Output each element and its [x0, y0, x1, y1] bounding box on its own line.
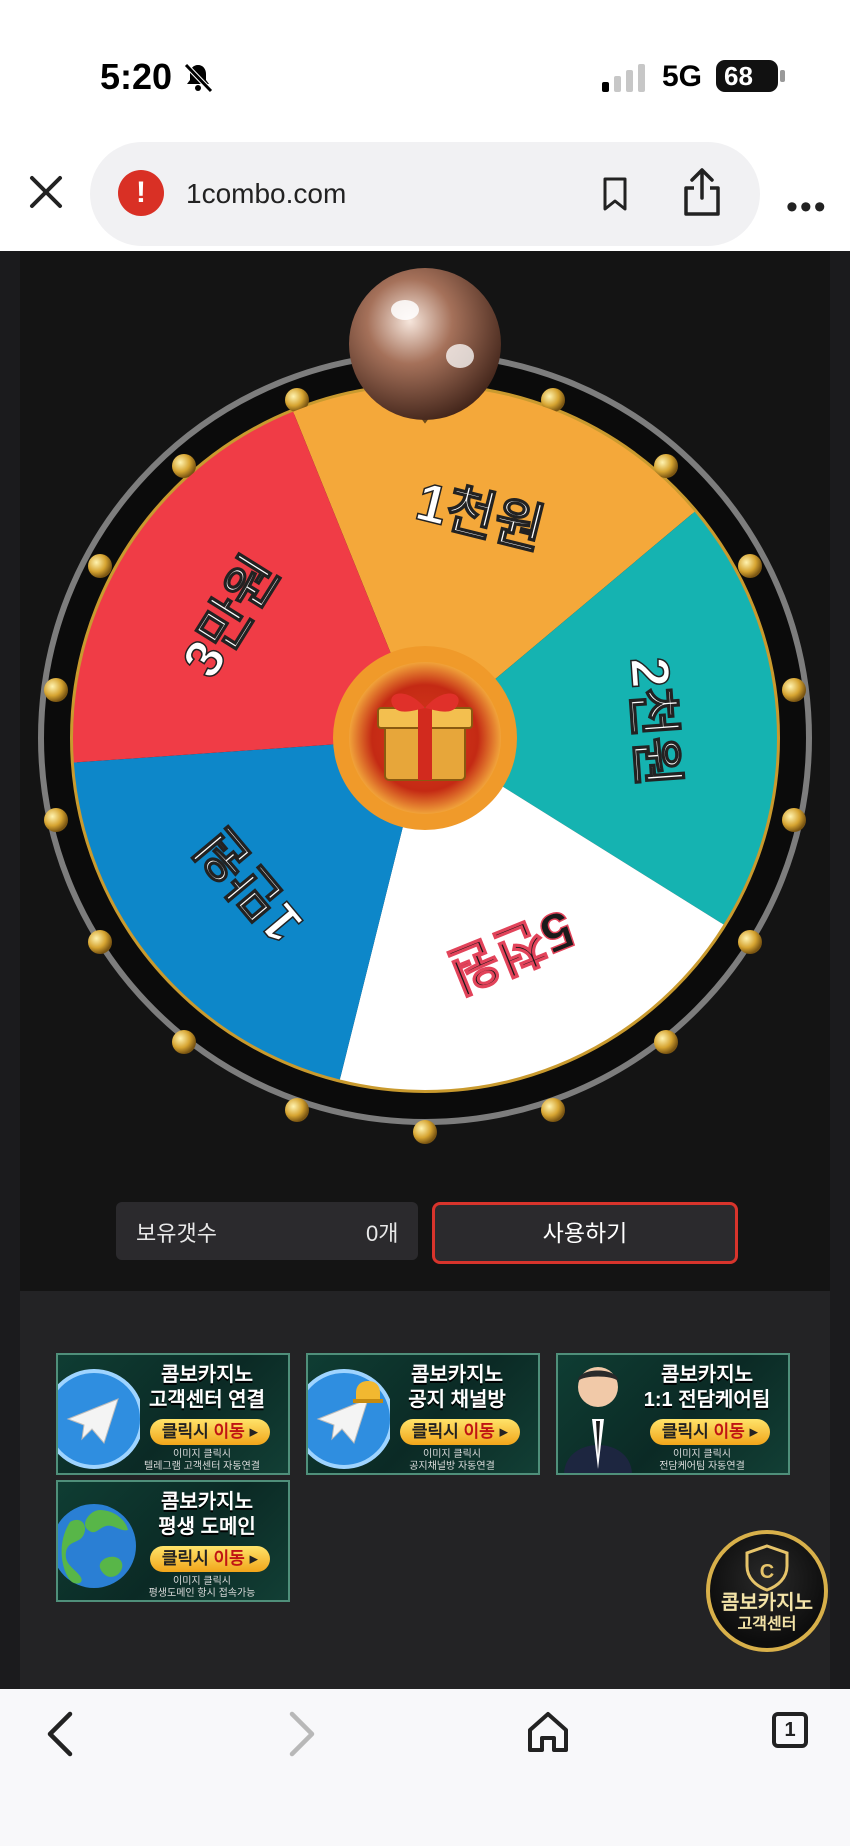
banner-title-line1: 콤보카지노	[161, 1491, 253, 1513]
battery-cap	[780, 70, 785, 82]
knob-shine	[391, 300, 419, 320]
banner-title-line2: 1:1 전담케어팀	[643, 1389, 771, 1411]
url-text[interactable]: 1combo.com	[186, 178, 346, 210]
banner-button-move: 이동	[463, 1422, 495, 1441]
banner-subtext: 이미지 클릭시 전담케어팀 자동연결	[622, 1449, 782, 1473]
banner-subtext-line1: 이미지 클릭시	[173, 1449, 231, 1460]
banner-button-move: 이동	[213, 1422, 245, 1441]
banner-title: 콤보카지노 1:1 전담케어팀	[632, 1363, 782, 1413]
forward-icon[interactable]	[282, 1706, 322, 1762]
banner-card[interactable]: 콤보카지노평생 도메인클릭시 이동 ▸ 이미지 클릭시 평생도메인 항시 접속가능	[56, 1480, 290, 1602]
banner-card[interactable]: 콤보카지노고객센터 연결클릭시 이동 ▸ 이미지 클릭시 텔레그램 고객센터 자동연…	[56, 1353, 290, 1475]
banner-subtext-line2: 공지채널방 자동연결	[409, 1461, 495, 1472]
warning-icon[interactable]: !	[118, 170, 164, 216]
banner-card[interactable]: 콤보카지노 1:1 전담케어팀클릭시 이동 ▸ 이미지 클릭시 전담케어팀 자동연결	[556, 1353, 790, 1475]
banner-card[interactable]: 콤보카지노공지 채널방클릭시 이동 ▸ 이미지 클릭시 공지채널방 자동연결	[306, 1353, 540, 1475]
signal-icon	[602, 64, 645, 92]
banner-click-button[interactable]: 클릭시 이동 ▸	[150, 1419, 270, 1445]
back-icon[interactable]	[40, 1706, 80, 1762]
tabs-icon[interactable]: 1	[772, 1712, 808, 1748]
cs-line2: 고객센터	[737, 1616, 797, 1633]
use-button[interactable]: 사용하기	[432, 1202, 738, 1264]
bookmark-icon[interactable]	[600, 176, 630, 212]
banner-button-move: 이동	[713, 1422, 745, 1441]
shield-icon: C	[745, 1544, 789, 1592]
banner-title-line1: 콤보카지노	[661, 1364, 753, 1386]
banner-button-text: 클릭시	[411, 1422, 464, 1441]
home-icon[interactable]	[524, 1708, 572, 1756]
banner-subtext: 이미지 클릭시 공지채널방 자동연결	[372, 1449, 532, 1473]
battery-indicator: 68	[716, 60, 778, 92]
banner-subtext-line2: 전담케어팀 자동연결	[659, 1461, 745, 1472]
holdings-label: 보유갯수	[136, 1221, 217, 1246]
banner-title-line2: 공지 채널방	[408, 1389, 506, 1411]
banner-title: 콤보카지노평생 도메인	[132, 1490, 282, 1540]
banner-title: 콤보카지노공지 채널방	[382, 1363, 532, 1413]
share-icon[interactable]	[680, 166, 724, 218]
status-time: 5:20	[100, 56, 173, 97]
banner-click-button[interactable]: 클릭시 이동 ▸	[400, 1419, 520, 1445]
banner-subtext: 이미지 클릭시 평생도메인 항시 접속가능	[122, 1576, 282, 1600]
banner-subtext-line1: 이미지 클릭시	[423, 1449, 481, 1460]
knob-shine-2	[446, 344, 474, 368]
customer-service-label[interactable]: 콤보카지노 고객센터	[706, 1592, 828, 1636]
banner-subtext: 이미지 클릭시 텔레그램 고객센터 자동연결	[122, 1449, 282, 1473]
bell-muted-icon	[184, 63, 213, 93]
banner-title-line1: 콤보카지노	[411, 1364, 503, 1386]
banner-click-button[interactable]: 클릭시 이동 ▸	[650, 1419, 770, 1445]
banner-subtext-line2: 평생도메인 항시 접속가능	[148, 1588, 256, 1599]
banner-title-line2: 평생 도메인	[158, 1516, 256, 1538]
close-icon[interactable]	[22, 168, 70, 216]
banner-button-text: 클릭시	[661, 1422, 714, 1441]
banner-title: 콤보카지노고객센터 연결	[132, 1363, 282, 1413]
wheel-segment-label: 2천원	[619, 655, 688, 788]
svg-text:C: C	[760, 1561, 774, 1583]
roulette-wheel[interactable]: 1천원2천원5천원1만원3만원	[20, 260, 830, 1170]
banner-button-text: 클릭시	[161, 1549, 214, 1568]
banner-click-button[interactable]: 클릭시 이동 ▸	[150, 1546, 270, 1572]
cs-line1: 콤보카지노	[721, 1592, 813, 1614]
wheel-knob[interactable]	[349, 268, 501, 420]
banner-subtext-line1: 이미지 클릭시	[173, 1576, 231, 1587]
banner-subtext-line1: 이미지 클릭시	[673, 1449, 731, 1460]
network-type: 5G	[662, 60, 703, 93]
banner-title-line2: 고객센터 연결	[149, 1389, 265, 1411]
holdings-value: 0개	[366, 1221, 399, 1246]
more-icon[interactable]: •••	[786, 188, 828, 227]
banner-subtext-line2: 텔레그램 고객센터 자동연결	[144, 1461, 260, 1472]
banner-button-text: 클릭시	[161, 1422, 214, 1441]
banner-button-move: 이동	[213, 1549, 245, 1568]
browser-bottom-bar	[0, 1689, 850, 1846]
banner-title-line1: 콤보카지노	[161, 1364, 253, 1386]
